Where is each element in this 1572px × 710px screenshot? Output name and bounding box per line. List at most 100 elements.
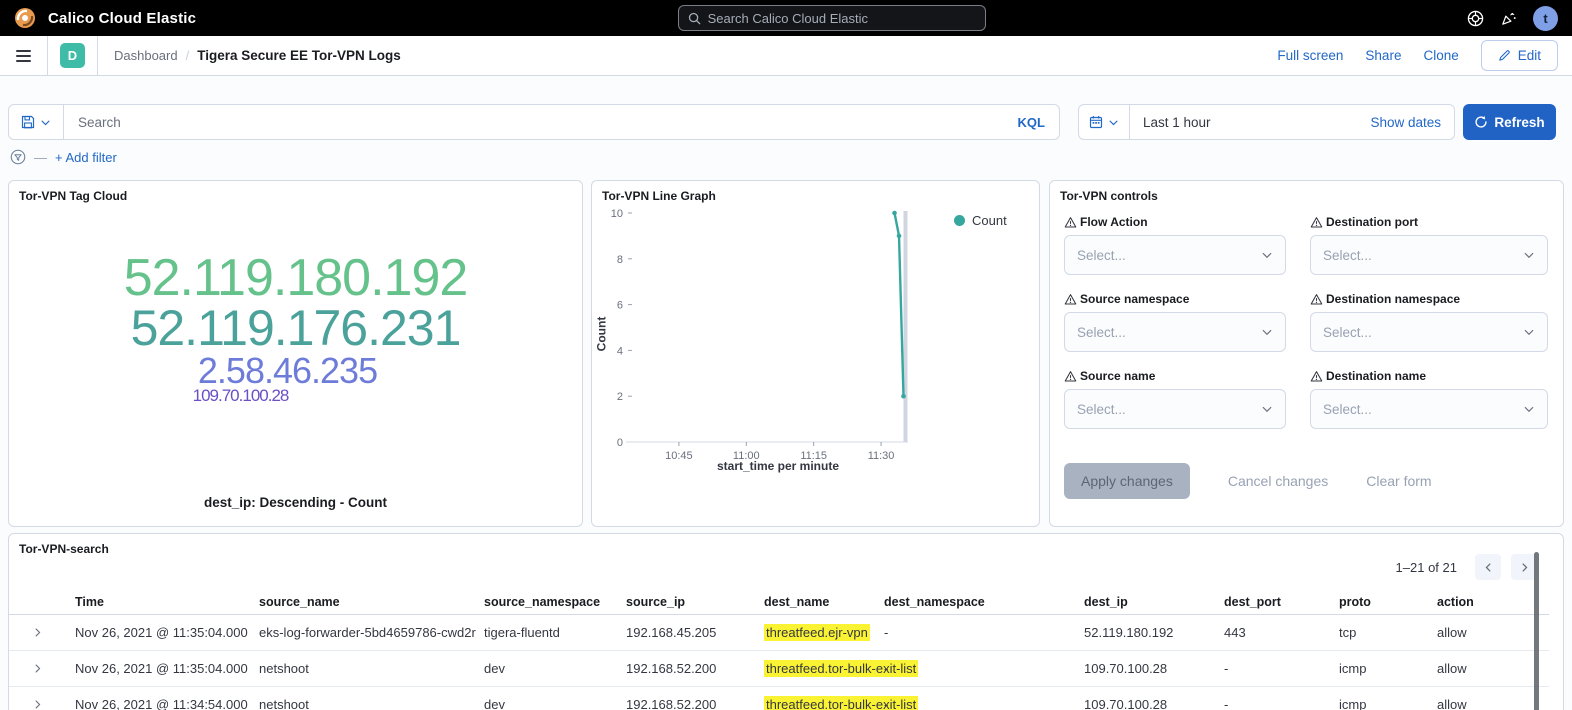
- cell-dest_namespace: -: [874, 625, 1074, 640]
- control-select[interactable]: Select...: [1064, 235, 1286, 275]
- column-header-dest_ip[interactable]: dest_ip: [1074, 595, 1214, 609]
- control-select[interactable]: Select...: [1310, 235, 1548, 275]
- cell-time: Nov 26, 2021 @ 11:35:04.000: [65, 625, 249, 640]
- control-field: Source nameSelect...: [1064, 369, 1286, 429]
- column-header-source_namespace[interactable]: source_namespace: [474, 595, 616, 609]
- chevron-down-icon: [1261, 403, 1273, 415]
- control-field: Destination portSelect...: [1310, 215, 1548, 275]
- app-title: Calico Cloud Elastic: [48, 10, 196, 27]
- cell-proto: icmp: [1329, 697, 1427, 710]
- cell-proto: icmp: [1329, 661, 1427, 676]
- cell-dest_namespace: -: [874, 697, 1074, 710]
- chevron-down-icon: [1108, 117, 1119, 128]
- time-range-value[interactable]: Last 1 hour: [1130, 115, 1357, 130]
- cancel-changes-button[interactable]: Cancel changes: [1228, 473, 1328, 489]
- control-field-label: Source namespace: [1064, 292, 1286, 306]
- cell-source_ip: 192.168.52.200: [616, 661, 754, 676]
- cell-time: Nov 26, 2021 @ 11:35:04.000: [65, 661, 249, 676]
- control-select[interactable]: Select...: [1064, 312, 1286, 352]
- clone-button[interactable]: Clone: [1423, 48, 1458, 63]
- cell-action: allow: [1427, 661, 1549, 676]
- control-field-label: Flow Action: [1064, 215, 1286, 229]
- edit-button[interactable]: Edit: [1481, 40, 1558, 71]
- expand-row-icon[interactable]: [9, 699, 65, 710]
- cell-dest_port: 443: [1214, 625, 1329, 640]
- column-header-proto[interactable]: proto: [1329, 595, 1427, 609]
- column-header-source_ip[interactable]: source_ip: [616, 595, 754, 609]
- cell-dest_ip: 109.70.100.28: [1074, 661, 1214, 676]
- clear-form-button[interactable]: Clear form: [1366, 473, 1431, 489]
- column-header-time[interactable]: Time: [65, 595, 249, 609]
- share-button[interactable]: Share: [1365, 48, 1401, 63]
- refresh-button[interactable]: Refresh: [1463, 104, 1556, 140]
- cell-dest_ip: 52.119.180.192: [1074, 625, 1214, 640]
- svg-text:4: 4: [617, 345, 623, 357]
- warning-icon: [1064, 370, 1077, 383]
- column-header-dest_name[interactable]: dest_name: [754, 595, 874, 609]
- query-search-input[interactable]: Search: [64, 115, 1004, 130]
- help-icon[interactable]: [1467, 10, 1484, 27]
- tag-cloud-word[interactable]: 52.119.180.192: [9, 253, 582, 304]
- filter-menu-icon[interactable]: [10, 149, 26, 165]
- legend-label: Count: [972, 213, 1007, 228]
- legend-item-count[interactable]: Count: [954, 213, 1007, 228]
- calico-logo-icon: [14, 7, 36, 29]
- cell-dest_name: threatfeed.ejr-vpn: [754, 625, 874, 640]
- cell-source_namespace: dev: [474, 661, 616, 676]
- control-field: Destination namespaceSelect...: [1310, 292, 1548, 352]
- saved-query-menu[interactable]: [9, 105, 64, 139]
- show-dates-button[interactable]: Show dates: [1357, 115, 1454, 130]
- apply-changes-button[interactable]: Apply changes: [1064, 463, 1190, 499]
- dashboard-app-badge[interactable]: D: [60, 43, 85, 68]
- chevron-down-icon: [1523, 403, 1535, 415]
- tag-cloud-word[interactable]: 109.70.100.28: [0, 388, 527, 405]
- expand-row-icon[interactable]: [9, 663, 65, 674]
- cell-action: allow: [1427, 697, 1549, 710]
- global-search-input[interactable]: Search Calico Cloud Elastic: [678, 5, 986, 31]
- kql-search-box: Search KQL: [8, 104, 1060, 140]
- pencil-icon: [1498, 49, 1511, 62]
- cell-dest_name: threatfeed.tor-bulk-exit-list: [754, 697, 874, 710]
- cell-source_namespace: tigera-fluentd: [474, 625, 616, 640]
- chevron-down-icon: [1523, 249, 1535, 261]
- prev-page-button[interactable]: [1475, 554, 1501, 580]
- add-filter-button[interactable]: + Add filter: [55, 150, 117, 165]
- control-select[interactable]: Select...: [1310, 389, 1548, 429]
- cell-source_ip: 192.168.45.205: [616, 625, 754, 640]
- svg-text:8: 8: [617, 254, 623, 266]
- page-title: Tigera Secure EE Tor-VPN Logs: [197, 48, 401, 63]
- tag-cloud-word[interactable]: 2.58.46.235: [1, 353, 574, 388]
- user-avatar[interactable]: t: [1533, 6, 1558, 31]
- chevron-down-icon: [1261, 326, 1273, 338]
- refresh-icon: [1474, 115, 1488, 129]
- control-select[interactable]: Select...: [1310, 312, 1548, 352]
- highlighted-value: threatfeed.ejr-vpn: [764, 624, 870, 641]
- menu-hamburger-icon[interactable]: [0, 36, 48, 75]
- time-picker-menu[interactable]: [1079, 105, 1130, 139]
- column-header-action[interactable]: action: [1427, 595, 1549, 609]
- saved-query-icon: [21, 115, 35, 129]
- expand-row-icon[interactable]: [9, 627, 65, 638]
- table-scrollbar[interactable]: [1534, 552, 1539, 710]
- panel-title: Tor-VPN-search: [19, 542, 109, 556]
- tag-cloud-word[interactable]: 52.119.176.231: [9, 304, 582, 353]
- full-screen-button[interactable]: Full screen: [1277, 48, 1343, 63]
- whats-new-party-icon[interactable]: [1500, 10, 1517, 27]
- warning-icon: [1064, 293, 1077, 306]
- cell-action: allow: [1427, 625, 1549, 640]
- time-picker: Last 1 hour Show dates: [1078, 104, 1455, 140]
- kql-language-button[interactable]: KQL: [1004, 115, 1059, 130]
- control-select[interactable]: Select...: [1064, 389, 1286, 429]
- calendar-icon: [1089, 115, 1103, 129]
- column-header-dest_port[interactable]: dest_port: [1214, 595, 1329, 609]
- cell-proto: tcp: [1329, 625, 1427, 640]
- control-field: Flow Action Select...: [1064, 215, 1286, 275]
- column-header-dest_namespace[interactable]: dest_namespace: [874, 595, 1074, 609]
- global-search-placeholder: Search Calico Cloud Elastic: [708, 11, 868, 26]
- breadcrumb-separator: /: [186, 48, 190, 63]
- column-header-source_name[interactable]: source_name: [249, 595, 474, 609]
- panel-title: Tor-VPN controls: [1060, 189, 1158, 203]
- breadcrumb-dashboard[interactable]: Dashboard: [114, 48, 178, 63]
- chevron-down-icon: [40, 117, 51, 128]
- legend-dot: [954, 215, 965, 226]
